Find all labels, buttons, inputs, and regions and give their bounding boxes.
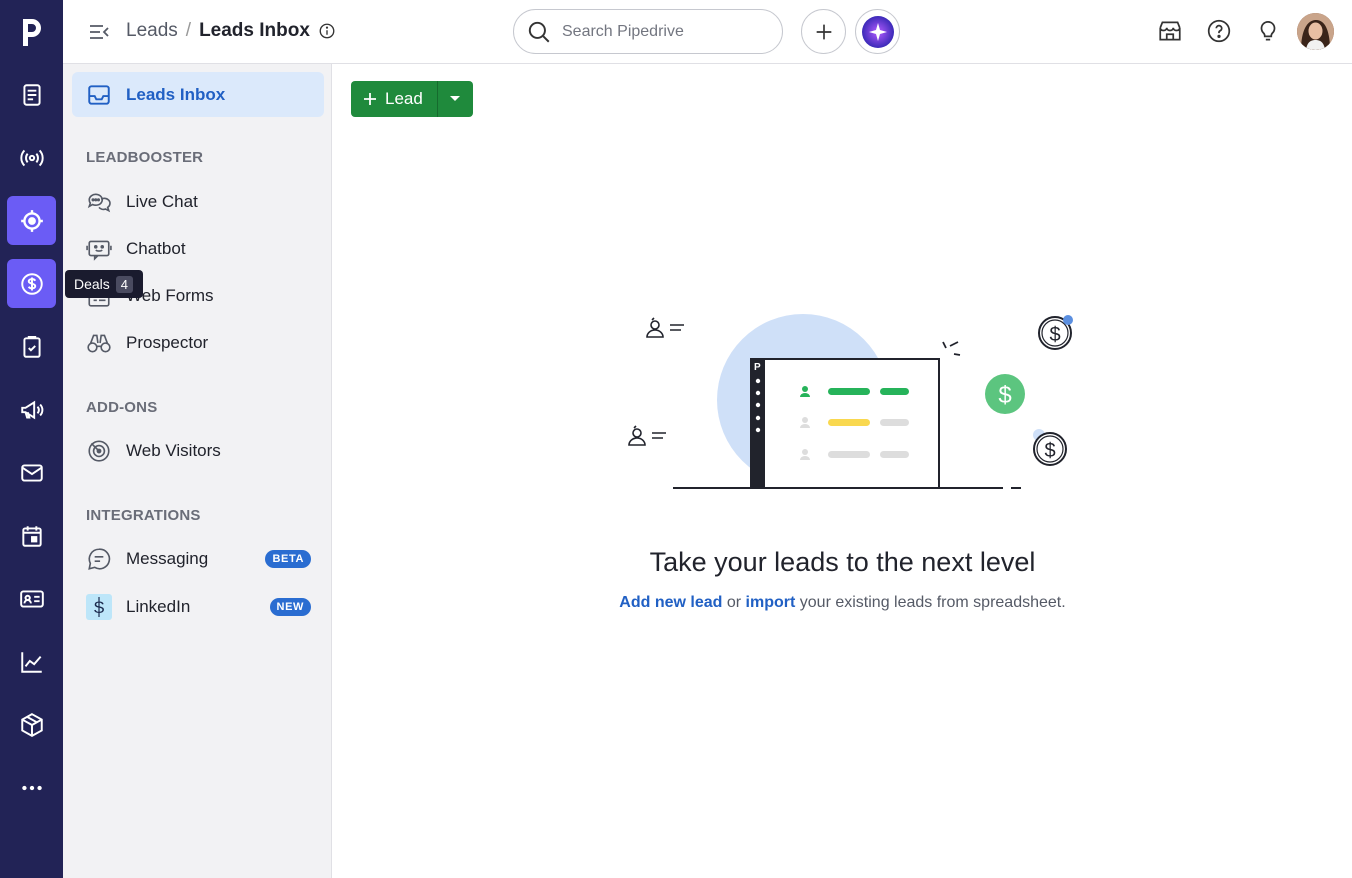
sidebar-item-messaging[interactable]: Messaging BETA (72, 536, 324, 581)
dollar-icon (20, 272, 43, 295)
sidebar-item-label: Prospector (126, 332, 209, 352)
rail-insights[interactable] (7, 637, 56, 686)
binoculars-icon (87, 334, 111, 352)
add-lead-label: Lead (385, 89, 423, 108)
avatar-image (1297, 13, 1334, 50)
deals-tooltip: Deals 4 (65, 270, 144, 298)
global-search[interactable] (513, 9, 783, 54)
info-icon[interactable] (318, 22, 336, 40)
beta-badge: BETA (265, 549, 311, 568)
new-badge: NEW (269, 597, 311, 616)
search-input[interactable] (562, 22, 762, 41)
rail-notes[interactable] (7, 70, 56, 119)
empty-rest-text: your existing leads from spreadsheet. (795, 594, 1066, 611)
app-rail (0, 0, 63, 878)
notes-icon (22, 83, 41, 106)
box-icon (20, 712, 43, 737)
import-link[interactable]: import (746, 594, 796, 611)
sidebar-item-live-chat[interactable]: Live Chat (72, 179, 324, 224)
sidebar-item-label: Chatbot (126, 238, 186, 258)
svg-text:$: $ (998, 382, 1011, 409)
linkedin-integration-icon: S (86, 593, 112, 620)
add-new-lead-link[interactable]: Add new lead (619, 594, 722, 611)
add-lead-dropdown-button[interactable] (436, 81, 473, 117)
chatbot-icon (86, 240, 112, 261)
leads-sidebar: Leads Inbox LEADBOOSTER Live Chat Chatbo… (63, 64, 332, 878)
rail-more[interactable] (7, 763, 56, 812)
help-icon[interactable] (1206, 18, 1232, 44)
empty-state-title: Take your leads to the next level (649, 547, 1036, 577)
lightbulb-icon[interactable] (1255, 18, 1281, 44)
plus-icon (816, 24, 831, 39)
page-title: Leads Inbox (199, 20, 310, 41)
rail-campaigns[interactable] (7, 385, 56, 434)
megaphone-icon (20, 400, 43, 419)
sidebar-item-label: LinkedIn (126, 596, 191, 616)
section-integrations: INTEGRATIONS (86, 507, 201, 524)
pipedrive-logo[interactable] (0, 0, 63, 63)
section-addons: ADD-ONS (86, 399, 158, 416)
add-lead-button[interactable]: Lead (351, 81, 437, 117)
clipboard-icon (22, 335, 41, 358)
empty-state-illustration: P $ $ $ (628, 314, 1073, 489)
section-leadbooster: LEADBOOSTER (86, 149, 204, 166)
user-avatar[interactable] (1297, 13, 1334, 50)
empty-or-text: or (722, 594, 746, 611)
plus-icon (364, 93, 376, 105)
rail-deals[interactable] (7, 259, 56, 308)
search-icon (528, 21, 550, 42)
tooltip-label: Deals (74, 276, 110, 292)
tooltip-count: 4 (115, 275, 134, 293)
top-bar: Leads / Leads Inbox (63, 0, 1352, 64)
calendar-icon (21, 525, 42, 547)
web-visitors-icon (88, 439, 110, 462)
sidebar-item-label: Leads Inbox (126, 84, 226, 104)
sidebar-item-web-visitors[interactable]: Web Visitors (72, 428, 324, 473)
rail-calendar[interactable] (7, 511, 56, 560)
chart-icon (20, 651, 42, 673)
breadcrumb-leads[interactable]: Leads (126, 20, 178, 42)
inbox-icon (88, 84, 110, 105)
svg-text:P: P (754, 362, 761, 373)
caret-down-icon (450, 96, 461, 101)
mail-icon (20, 463, 43, 482)
broadcast-icon (19, 149, 44, 166)
message-bubble-icon (88, 547, 111, 570)
sidebar-item-label: Live Chat (126, 191, 198, 211)
rail-products[interactable] (7, 700, 56, 749)
sidebar-item-linkedin[interactable]: S LinkedIn NEW (72, 584, 324, 629)
rail-activities[interactable] (7, 322, 56, 371)
add-lead-button-group: Lead (351, 81, 473, 117)
contact-card-icon (19, 589, 44, 608)
main-content: Lead P $ $ $ Take your leads to the next… (333, 64, 1352, 878)
chat-bubbles-icon (87, 193, 111, 212)
sparkle-icon (861, 15, 894, 48)
ai-assistant-button[interactable] (855, 9, 900, 54)
sidebar-item-label: Web Visitors (126, 440, 221, 460)
svg-text:$: $ (1044, 440, 1055, 462)
sidebar-item-chatbot[interactable]: Chatbot (72, 226, 324, 271)
collapse-menu-icon[interactable] (87, 20, 111, 44)
breadcrumb: Leads / Leads Inbox (126, 20, 336, 42)
rail-leads[interactable] (7, 196, 56, 245)
rail-broadcast[interactable] (7, 133, 56, 182)
breadcrumb-separator: / (185, 20, 192, 41)
pipedrive-logo-icon (22, 18, 41, 46)
quick-add-button[interactable] (801, 9, 846, 54)
rail-contacts[interactable] (7, 574, 56, 623)
target-icon (20, 209, 43, 232)
more-icon (21, 785, 42, 790)
marketplace-icon[interactable] (1157, 18, 1183, 44)
app-root: Deals 4 Leads / Leads Inbox Search Piped… (0, 0, 1352, 878)
empty-state-subtitle: Add new lead or import your existing lea… (333, 594, 1352, 612)
rail-mail[interactable] (7, 448, 56, 497)
sidebar-item-leads-inbox[interactable]: Leads Inbox (72, 72, 324, 117)
sidebar-item-prospector[interactable]: Prospector (72, 320, 324, 365)
sidebar-item-label: Messaging (126, 548, 209, 568)
svg-text:$: $ (1049, 324, 1060, 346)
